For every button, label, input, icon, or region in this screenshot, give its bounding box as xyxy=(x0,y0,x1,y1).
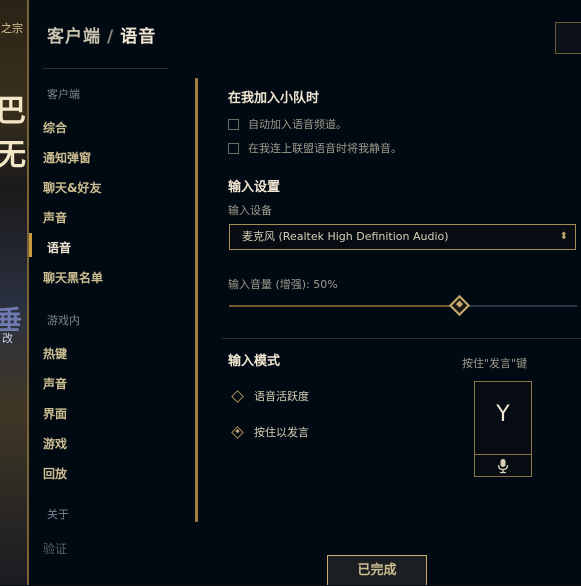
mic-row xyxy=(475,454,531,477)
select-arrows-icon: ⬍ xyxy=(559,231,568,242)
voice-activity-label: 语音活跃度 xyxy=(254,390,309,403)
sidebar-divider xyxy=(195,78,198,522)
breadcrumb-separator: / xyxy=(107,27,115,47)
voice-activity-option[interactable]: 语音活跃度 xyxy=(231,388,309,404)
sidebar-section-ingame: 游戏内 xyxy=(47,314,80,327)
background-text: 巴无 xyxy=(0,94,26,173)
game-background: 之宗 巴无 垂 改 xyxy=(0,0,27,585)
sidebar-section-client: 客户端 xyxy=(47,88,80,101)
background-text: 改 xyxy=(2,332,13,345)
sidebar-item-about[interactable]: 关于 xyxy=(47,506,69,522)
mute-self-checkbox[interactable] xyxy=(228,142,239,154)
done-button[interactable]: 已完成 xyxy=(327,555,427,585)
auto-join-checkbox[interactable] xyxy=(228,118,239,130)
title-underline xyxy=(43,68,168,69)
sidebar-item-chat-blacklist[interactable]: 聊天黑名单 xyxy=(43,269,103,286)
background-text: 之宗 xyxy=(1,22,23,35)
slider-thumb[interactable] xyxy=(448,294,471,317)
sidebar-item-verify[interactable]: 验证 xyxy=(43,540,67,557)
sidebar-item-voice[interactable]: 语音 xyxy=(47,239,71,256)
breadcrumb-current: 语音 xyxy=(120,27,157,47)
sidebar-item-game[interactable]: 游戏 xyxy=(43,435,67,452)
sidebar-item-interface[interactable]: 界面 xyxy=(43,405,67,422)
sidebar-item-hotkeys[interactable]: 热键 xyxy=(43,345,67,362)
slider-fill xyxy=(229,305,459,307)
push-to-talk-option[interactable]: 按住以发言 xyxy=(231,424,309,440)
party-section-title: 在我加入小队时 xyxy=(228,91,320,106)
microphone-icon xyxy=(497,459,509,474)
active-indicator xyxy=(29,233,32,257)
input-section-title: 输入设置 xyxy=(228,180,281,195)
sidebar-item-chat-friends[interactable]: 聊天&好友 xyxy=(43,179,101,196)
sidebar-item-replay[interactable]: 回放 xyxy=(43,465,67,482)
sidebar-item-notifications[interactable]: 通知弹窗 xyxy=(43,149,91,166)
ptt-key-label: 按住"发言"键 xyxy=(462,357,528,370)
close-button[interactable] xyxy=(555,22,581,54)
mute-self-label: 在我连上联盟语音时将我静音。 xyxy=(248,142,402,155)
sidebar-item-general[interactable]: 综合 xyxy=(43,119,67,136)
push-to-talk-radio-icon[interactable] xyxy=(231,425,244,439)
input-device-select[interactable]: 麦克风 (Realtek High Definition Audio) ⬍ xyxy=(229,224,576,250)
settings-panel: 客户端 / 语音 客户端 综合 通知弹窗 聊天&好友 声音 语音 聊天黑名单 游戏内… xyxy=(27,0,581,585)
sidebar-item-ingame-sound[interactable]: 声音 xyxy=(43,375,67,392)
input-volume-slider[interactable] xyxy=(229,294,577,317)
voice-activity-radio-icon[interactable] xyxy=(231,389,244,403)
page-title: 客户端 / 语音 xyxy=(47,22,156,47)
auto-join-checkbox-row[interactable]: 自动加入语音频道。 xyxy=(228,116,347,132)
sidebar-item-sound[interactable]: 声音 xyxy=(43,209,67,226)
mute-self-checkbox-row[interactable]: 在我连上联盟语音时将我静音。 xyxy=(228,140,402,156)
ptt-key-binding[interactable]: Y xyxy=(474,381,532,477)
auto-join-label: 自动加入语音频道。 xyxy=(248,118,347,131)
ptt-key: Y xyxy=(496,402,510,427)
input-device-value: 麦克风 (Realtek High Definition Audio) xyxy=(242,230,449,243)
input-volume-label: 输入音量 (增强): 50% xyxy=(228,278,338,291)
mode-section-title: 输入模式 xyxy=(228,354,281,369)
breadcrumb-section: 客户端 xyxy=(47,27,101,47)
push-to-talk-label: 按住以发言 xyxy=(254,426,309,439)
section-separator xyxy=(222,338,581,339)
input-device-label: 输入设备 xyxy=(228,204,272,217)
